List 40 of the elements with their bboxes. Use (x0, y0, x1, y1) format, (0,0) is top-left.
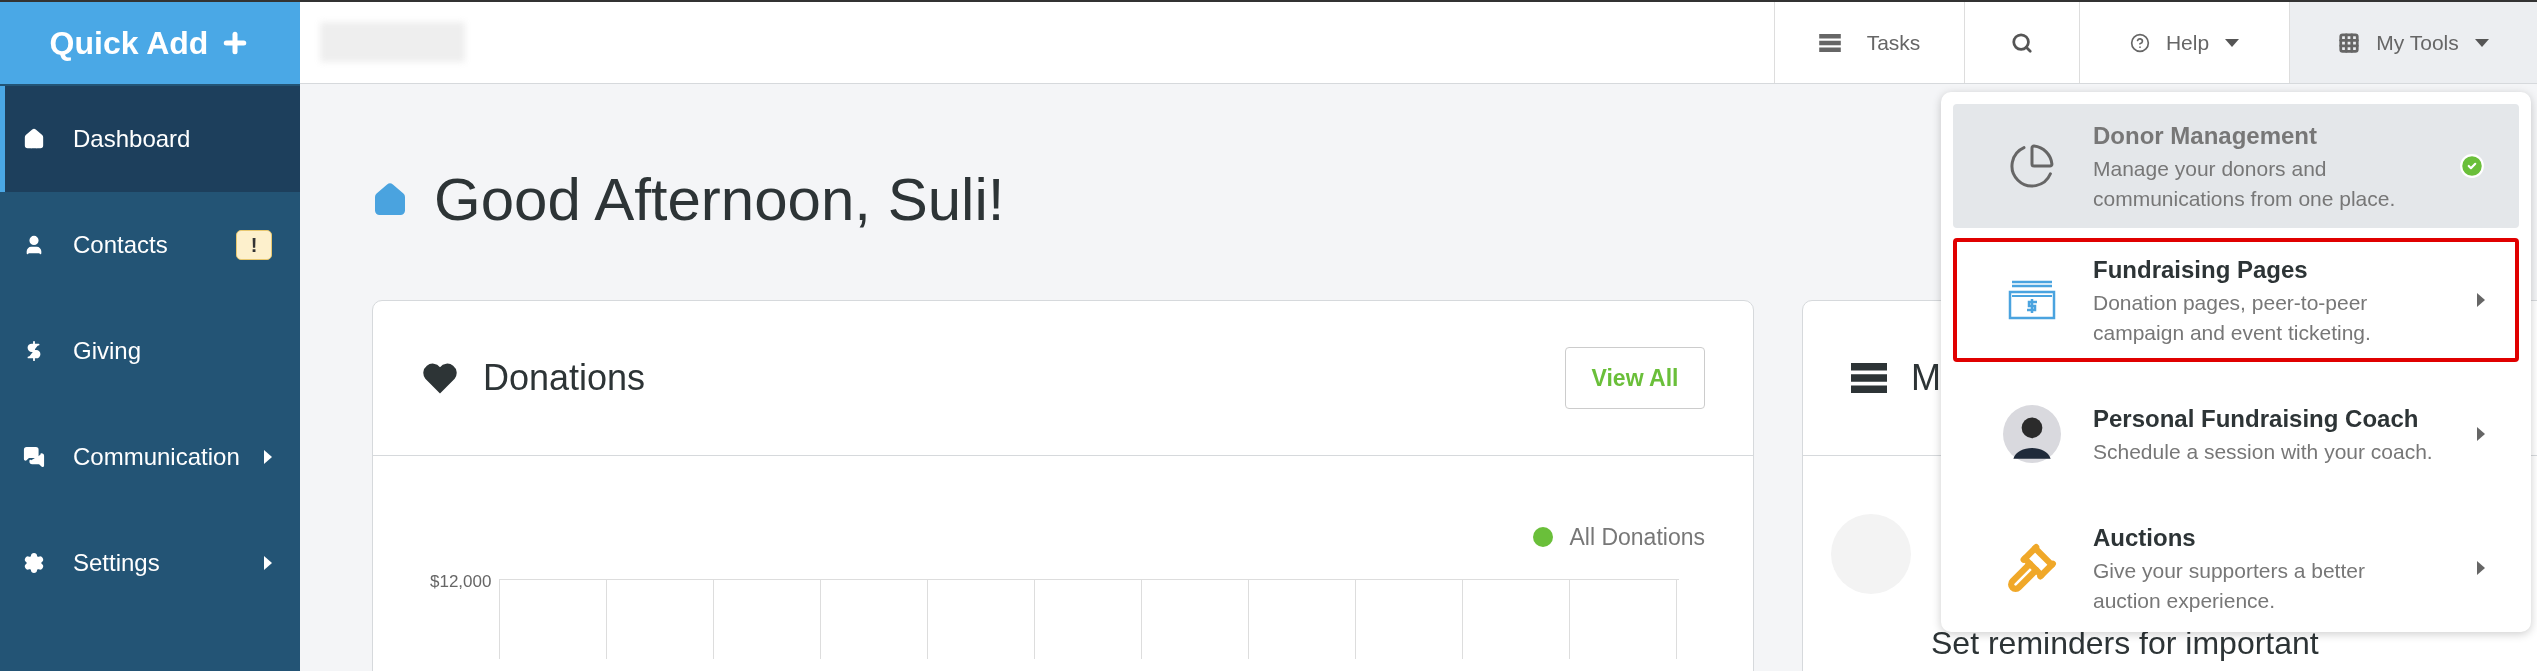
caret-icon (2474, 38, 2489, 47)
server-icon (1818, 33, 1841, 52)
help-icon (2129, 32, 2150, 53)
tool-description: Give your supporters a better auction experience. (2093, 558, 2366, 614)
alert-badge: ! (236, 230, 272, 260)
my-tools-button[interactable]: My Tools (2289, 2, 2537, 83)
tool-title: Donor Management (2093, 121, 2318, 151)
tool-menu-item[interactable]: Donor Management Manage your donors and communications from one place. (1953, 104, 2519, 228)
card-title: Donations (483, 356, 647, 400)
card-title: M (1911, 356, 1941, 400)
axis-label: $12,000 (430, 570, 492, 593)
legend-label: All Donations (1569, 523, 1705, 552)
sidebar-icon (23, 552, 45, 574)
tool-title: Auctions (2093, 523, 2197, 553)
server-icon (1851, 363, 1887, 393)
greeting-heading: Good Afternoon, Suli! (434, 165, 1005, 235)
check-icon (2459, 153, 2485, 179)
tool-description: Manage your donors and communications from one place. (2093, 156, 2397, 212)
sidebar-item[interactable]: Contacts ! (0, 192, 300, 298)
sidebar-icon (23, 446, 45, 468)
tool-description: Donation pages, peer-to-peer campaign and event ticketing. (2093, 290, 2372, 346)
tool-title: Personal Fundraising Coach (2093, 404, 2420, 434)
caret-icon (2225, 38, 2240, 47)
tasks-button[interactable]: Tasks (1774, 2, 1964, 83)
tool-description: Schedule a session with your coach. (2093, 439, 2433, 465)
sidebar-item[interactable]: Settings (0, 510, 300, 616)
pie-chart-icon (2008, 142, 2056, 190)
home-icon (372, 182, 408, 218)
heart-icon (421, 361, 459, 395)
grid-icon (2338, 31, 2361, 54)
sidebar-item[interactable]: Communication (0, 404, 300, 510)
sidebar-item[interactable]: Dashboard (0, 86, 300, 192)
avatar-icon (2003, 405, 2061, 463)
tool-title: Fundraising Pages (2093, 255, 2309, 285)
money-icon (2008, 280, 2056, 320)
sidebar-item[interactable]: Giving (0, 298, 300, 404)
gavel-icon (2007, 543, 2057, 593)
tool-menu-item[interactable]: Fundraising Pages Donation pages, peer-to-peer campaign and event ticketing. (1953, 238, 2519, 362)
search-icon (2011, 31, 2033, 54)
sidebar-icon (23, 128, 45, 150)
